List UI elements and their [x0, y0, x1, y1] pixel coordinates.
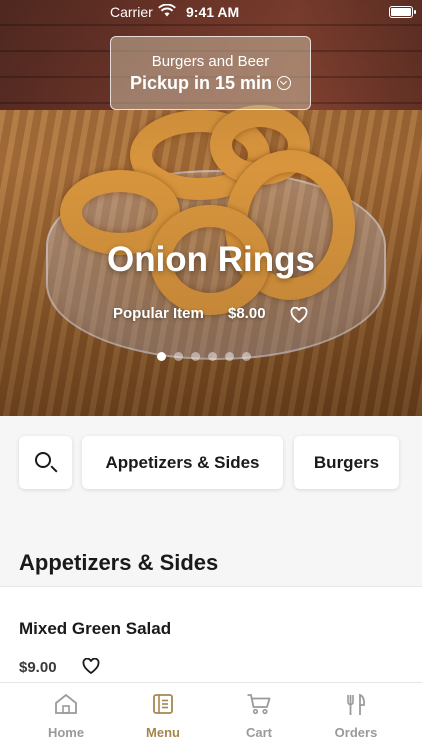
carousel-dot[interactable]	[242, 352, 251, 361]
carousel-dot[interactable]	[174, 352, 183, 361]
search-button[interactable]	[19, 436, 72, 489]
tab-cart[interactable]: Cart	[206, 683, 312, 750]
tab-bar: Home Menu Cart Orders	[0, 682, 422, 750]
chevron-down-icon	[277, 76, 292, 90]
carousel-dot[interactable]	[191, 352, 200, 361]
tab-menu[interactable]: Menu	[110, 683, 216, 750]
home-icon	[54, 693, 78, 718]
carousel-indicator[interactable]	[157, 352, 251, 361]
status-time: 9:41 AM	[186, 4, 240, 20]
category-chip-appetizers[interactable]: Appetizers & Sides	[82, 436, 283, 489]
tab-label: Orders	[334, 725, 378, 740]
tab-label: Home	[47, 725, 85, 740]
hero-banner[interactable]: Carrier 9:41 AM Burgers and Beer Pickup …	[0, 0, 422, 416]
tab-home[interactable]: Home	[13, 683, 119, 750]
location-selector[interactable]: Burgers and Beer Pickup in 15 min	[110, 36, 311, 110]
battery-icon	[389, 6, 416, 18]
favorite-heart-icon[interactable]	[82, 657, 100, 679]
search-icon	[35, 452, 51, 468]
tab-label: Cart	[245, 725, 272, 740]
featured-item-title: Onion Rings	[106, 240, 316, 279]
carousel-dot-active[interactable]	[157, 352, 166, 361]
cart-icon	[246, 693, 272, 718]
category-bar: Appetizers & Sides Burgers	[0, 416, 422, 506]
carousel-dot[interactable]	[208, 352, 217, 361]
menu-item-name: Mixed Green Salad	[19, 619, 172, 638]
tab-label: Menu	[146, 725, 180, 740]
popular-tag: Popular Item	[113, 305, 204, 322]
status-bar: Carrier 9:41 AM	[0, 0, 422, 24]
fork-knife-icon	[345, 693, 367, 720]
menu-item-card[interactable]: Mixed Green Salad $9.00	[0, 586, 422, 686]
carousel-dot[interactable]	[225, 352, 234, 361]
menu-item-price: $9.00	[19, 659, 57, 676]
carrier-label: Carrier	[110, 4, 153, 20]
featured-item-price: $8.00	[228, 305, 266, 322]
favorite-heart-icon[interactable]	[290, 306, 308, 328]
pickup-time: Pickup in 15 min	[111, 73, 310, 94]
tab-orders[interactable]: Orders	[303, 683, 409, 750]
section-title: Appetizers & Sides	[19, 550, 219, 575]
restaurant-name: Burgers and Beer	[151, 53, 270, 70]
category-chip-burgers[interactable]: Burgers	[294, 436, 399, 489]
wifi-icon	[158, 3, 176, 20]
menu-icon	[152, 693, 174, 718]
